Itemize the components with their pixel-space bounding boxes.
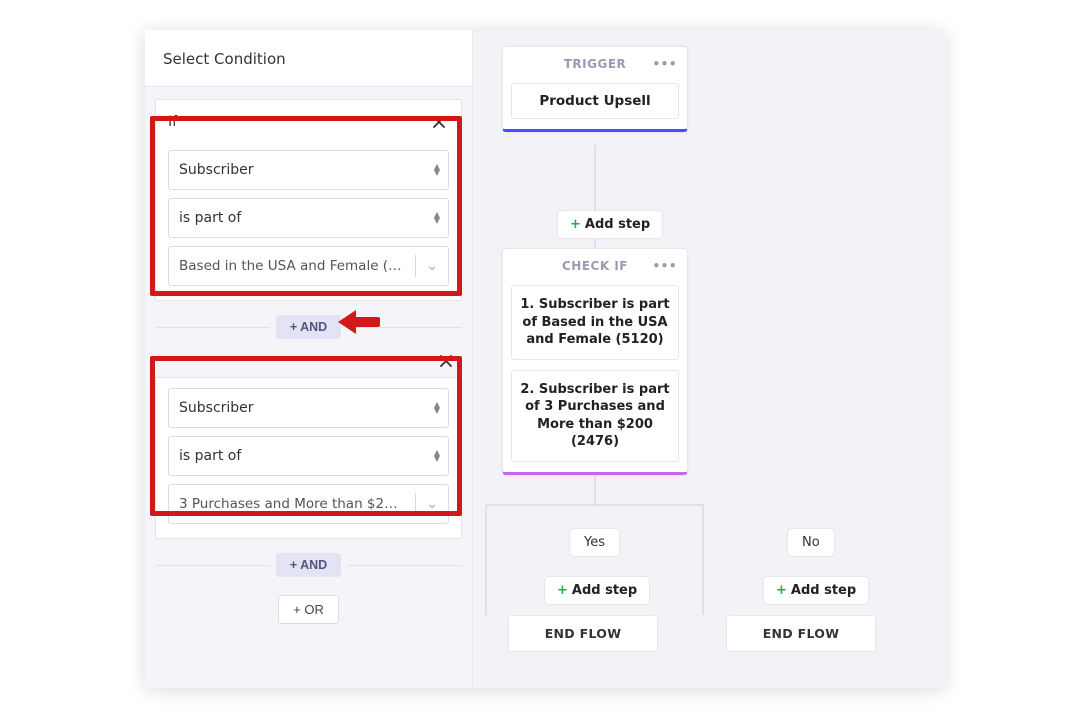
- add-step-button[interactable]: +Add step: [544, 576, 650, 605]
- value-select[interactable]: Based in the USA and Female (5120) ⌄: [168, 246, 449, 286]
- condition-editor: Select Condition If Subscriber ▲▼ is par…: [145, 30, 473, 688]
- node-menu-button[interactable]: •••: [652, 57, 677, 71]
- subject-select[interactable]: Subscriber ▲▼: [168, 388, 449, 428]
- and-separator: + AND: [155, 553, 462, 577]
- subject-select[interactable]: Subscriber ▲▼: [168, 150, 449, 190]
- check-node[interactable]: CHECK IF ••• 1. Subscriber is part of Ba…: [502, 248, 688, 475]
- check-condition-1: 1. Subscriber is part of Based in the US…: [511, 285, 679, 360]
- end-flow-node[interactable]: END FLOW: [508, 615, 658, 652]
- updown-icon: ▲▼: [434, 212, 440, 224]
- add-and-button[interactable]: + AND: [276, 553, 341, 577]
- updown-icon: ▲▼: [434, 164, 440, 176]
- chevron-down-icon: ⌄: [426, 258, 438, 274]
- chevron-down-icon: ⌄: [426, 496, 438, 512]
- add-and-button[interactable]: + AND: [276, 315, 341, 339]
- remove-group-button[interactable]: [434, 349, 458, 373]
- plus-icon: +: [557, 583, 568, 598]
- node-title: TRIGGER: [564, 57, 627, 71]
- add-step-button[interactable]: +Add step: [763, 576, 869, 605]
- add-or-button[interactable]: + OR: [278, 595, 339, 624]
- value-select[interactable]: 3 Purchases and More than $200 (2476) ⌄: [168, 484, 449, 524]
- plus-icon: +: [776, 583, 787, 598]
- condition-group: Subscriber ▲▼ is part of ▲▼ 3 Purchases …: [155, 377, 462, 539]
- predicate-select[interactable]: is part of ▲▼: [168, 436, 449, 476]
- trigger-name: Product Upsell: [511, 83, 679, 119]
- updown-icon: ▲▼: [434, 450, 440, 462]
- branch-yes: Yes: [569, 528, 620, 557]
- node-title: CHECK IF: [562, 259, 628, 273]
- plus-icon: +: [570, 217, 581, 232]
- check-condition-2: 2. Subscriber is part of 3 Purchases and…: [511, 370, 679, 462]
- add-step-button[interactable]: +Add step: [557, 210, 663, 239]
- and-separator: + AND: [155, 315, 462, 339]
- updown-icon: ▲▼: [434, 402, 440, 414]
- flow-canvas: TRIGGER ••• Product Upsell +Add step CHE…: [473, 30, 945, 688]
- predicate-select[interactable]: is part of ▲▼: [168, 198, 449, 238]
- section-header: Select Condition: [145, 30, 472, 87]
- end-flow-node[interactable]: END FLOW: [726, 615, 876, 652]
- condition-group: If Subscriber ▲▼ is part of ▲▼ Based in …: [155, 99, 462, 301]
- node-menu-button[interactable]: •••: [652, 259, 677, 273]
- remove-group-button[interactable]: [427, 110, 451, 134]
- trigger-node[interactable]: TRIGGER ••• Product Upsell: [502, 46, 688, 132]
- if-label: If: [168, 114, 177, 130]
- branch-no: No: [787, 528, 835, 557]
